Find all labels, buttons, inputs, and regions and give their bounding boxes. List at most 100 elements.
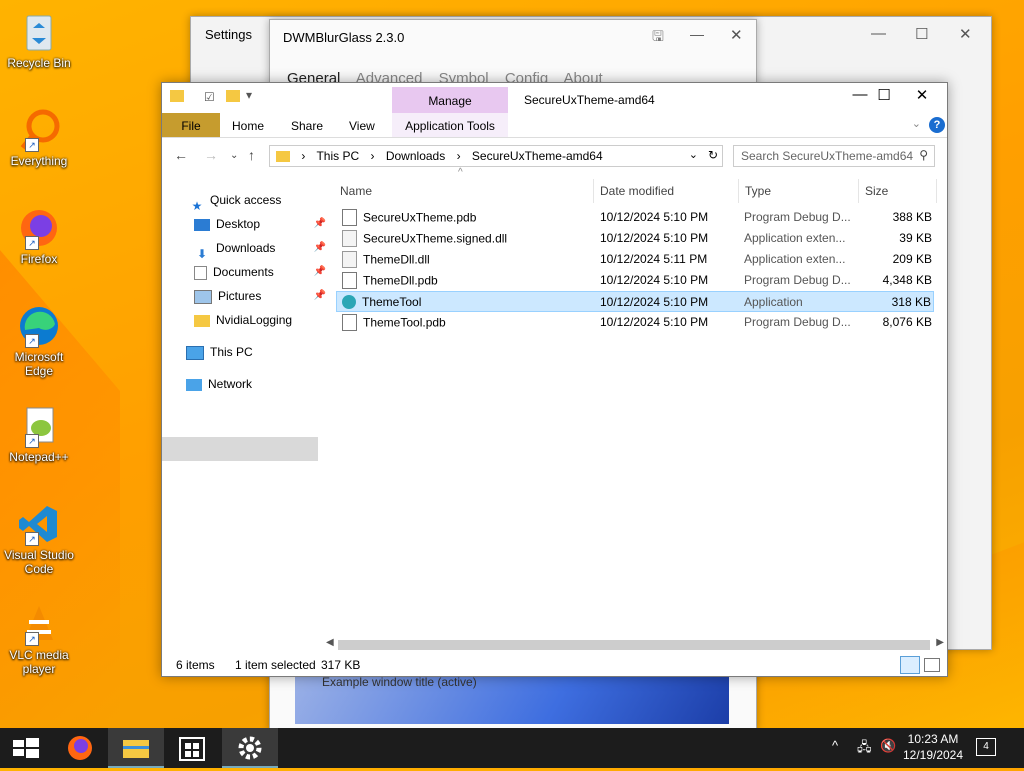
nav-pictures[interactable]: Pictures 📌 (194, 285, 330, 307)
tab-share[interactable]: Share (291, 113, 323, 137)
properties-icon[interactable]: ☑ (204, 90, 215, 104)
desktop-icon-firefox[interactable]: ↗ Firefox (4, 206, 74, 266)
search-placeholder: Search SecureUxTheme-amd64 (741, 149, 914, 163)
pin-icon: 📌 (313, 290, 326, 301)
ribbon-tabs: File Home Share View Application Tools ⌄… (162, 113, 947, 138)
manage-tab[interactable]: Manage (392, 87, 508, 113)
scroll-right-icon[interactable]: ▶ (936, 637, 944, 648)
forward-icon[interactable]: → (204, 147, 218, 163)
tab-file[interactable]: File (162, 113, 220, 137)
tab-home[interactable]: Home (232, 113, 264, 137)
minimize-icon[interactable]: — (690, 26, 704, 42)
file-explorer-window[interactable]: ☑ ▾ Manage SecureUxTheme-amd64 — ☐ ✕ Fil… (161, 82, 948, 677)
maximize-icon[interactable]: ☐ (869, 86, 899, 104)
chevron-right-icon: › (370, 149, 375, 163)
horizontal-scrollbar[interactable]: ◀ ▶ (324, 637, 946, 653)
minimize-icon[interactable]: — (871, 25, 886, 42)
pin-icon: 📌 (313, 242, 326, 253)
nav-documents[interactable]: Documents 📌 (194, 261, 330, 283)
table-row[interactable]: SecureUxTheme.pdb 10/12/2024 5:10 PM Pro… (336, 207, 934, 228)
clock[interactable]: 10:23 AM 12/19/2024 (898, 731, 968, 763)
status-item-count: 6 items (176, 658, 215, 672)
vscode-icon: ↗ (17, 502, 61, 546)
nav-selected-highlight (162, 437, 318, 461)
breadcrumb-this-pc[interactable]: This PC (316, 149, 359, 163)
taskbar-file-explorer[interactable] (108, 728, 164, 768)
firefox-icon (68, 736, 92, 760)
column-name[interactable]: Name (334, 179, 594, 203)
column-type[interactable]: Type (739, 179, 859, 203)
vlc-icon: ↗ (17, 602, 61, 646)
table-row[interactable]: ThemeTool.pdb 10/12/2024 5:10 PM Program… (336, 312, 934, 333)
taskbar-firefox[interactable] (52, 728, 108, 768)
desktop-icon-edge[interactable]: ↗ Microsoft Edge (4, 304, 74, 378)
up-icon[interactable]: ↑ (248, 147, 255, 163)
settings-title: Settings (205, 27, 252, 42)
large-icons-view-icon[interactable] (924, 658, 940, 672)
clock-date: 12/19/2024 (902, 748, 964, 762)
nav-downloads[interactable]: ⬇ Downloads 📌 (194, 237, 330, 261)
status-size: 317 KB (321, 658, 361, 672)
start-button[interactable] (0, 728, 56, 768)
navigation-pane: ★ Quick access Desktop 📌 ⬇ Downloads 📌 Docum… (162, 179, 326, 649)
nav-this-pc[interactable]: This PC (186, 341, 322, 363)
scroll-left-icon[interactable]: ◀ (326, 637, 334, 648)
desktop-icon (194, 218, 210, 231)
scrollbar-thumb[interactable] (338, 640, 930, 650)
dwm-title: DWMBlurGlass 2.3.0 (283, 30, 405, 45)
desktop-icon-vscode[interactable]: ↗ Visual Studio Code (4, 502, 74, 576)
notifications-icon[interactable]: 4 (976, 738, 996, 756)
recent-locations-icon[interactable]: ⌄ (230, 150, 238, 161)
close-icon[interactable]: ✕ (907, 86, 937, 104)
taskbar: ^ 🖧 🔇 10:23 AM 12/19/2024 4 (0, 728, 1024, 768)
table-row[interactable]: SecureUxTheme.signed.dll 10/12/2024 5:10… (336, 228, 934, 249)
desktop-icon-vlc[interactable]: ↗ VLC media player (4, 602, 74, 676)
table-row-selected[interactable]: ThemeTool 10/12/2024 5:10 PM Application… (336, 291, 934, 312)
folder-icon (194, 314, 210, 327)
new-folder-icon[interactable] (226, 90, 240, 102)
save-icon[interactable]: 🖫 (652, 26, 664, 50)
chevron-down-icon[interactable]: ▾ (246, 88, 252, 102)
help-icon[interactable]: ? (929, 117, 945, 133)
column-date-modified[interactable]: Date modified (594, 179, 739, 203)
tab-application-tools[interactable]: Application Tools (392, 113, 508, 137)
desktop-icon-notepadpp[interactable]: ↗ Notepad++ (4, 404, 74, 464)
download-icon: ⬇ (196, 246, 208, 261)
maximize-icon[interactable]: ☐ (915, 25, 928, 43)
nav-desktop[interactable]: Desktop 📌 (194, 213, 330, 235)
desktop-icon-recycle-bin[interactable]: Recycle Bin (4, 10, 74, 70)
back-icon[interactable]: ← (174, 147, 188, 163)
breadcrumb-downloads[interactable]: Downloads (386, 149, 445, 163)
address-bar[interactable]: › This PC › Downloads › SecureUxTheme-am… (269, 145, 723, 167)
network-icon[interactable]: 🖧 (857, 738, 872, 760)
breadcrumb-folder[interactable]: SecureUxTheme-amd64 (472, 149, 603, 163)
details-view-icon[interactable] (900, 656, 920, 674)
nav-network[interactable]: Network (186, 373, 322, 395)
tab-view[interactable]: View (349, 113, 375, 137)
column-size[interactable]: Size (859, 179, 937, 203)
table-row[interactable]: ThemeDll.pdb 10/12/2024 5:10 PM Program … (336, 270, 934, 291)
table-row[interactable]: ThemeDll.dll 10/12/2024 5:11 PM Applicat… (336, 249, 934, 270)
title-bar[interactable]: ☑ ▾ Manage SecureUxTheme-amd64 — ☐ ✕ (162, 83, 947, 113)
refresh-icon[interactable]: ↻ (708, 148, 718, 162)
pdb-file-icon (342, 209, 357, 226)
volume-muted-icon[interactable]: 🔇 (880, 738, 896, 754)
network-icon (186, 378, 202, 391)
nav-nvidialogging[interactable]: NvidiaLogging (194, 309, 330, 331)
taskbar-store[interactable] (164, 728, 220, 768)
nav-quick-access[interactable]: ★ Quick access (190, 189, 326, 213)
expand-ribbon-icon[interactable]: ⌄ (912, 117, 921, 130)
chevron-down-icon[interactable]: ⌄ (689, 148, 698, 161)
folder-icon (170, 90, 184, 102)
file-explorer-icon (123, 740, 149, 758)
dll-file-icon (342, 251, 357, 268)
close-icon[interactable]: ✕ (959, 25, 972, 43)
pin-icon: 📌 (313, 266, 326, 277)
taskbar-settings[interactable] (222, 728, 278, 768)
chevron-up-icon[interactable]: ^ (832, 738, 838, 753)
search-box[interactable]: Search SecureUxTheme-amd64 ⚲ (733, 145, 935, 167)
desktop-icon-everything[interactable]: ↗ Everything (4, 108, 74, 168)
pictures-icon (194, 289, 212, 304)
documents-icon (194, 265, 207, 280)
close-icon[interactable]: ✕ (730, 26, 743, 44)
